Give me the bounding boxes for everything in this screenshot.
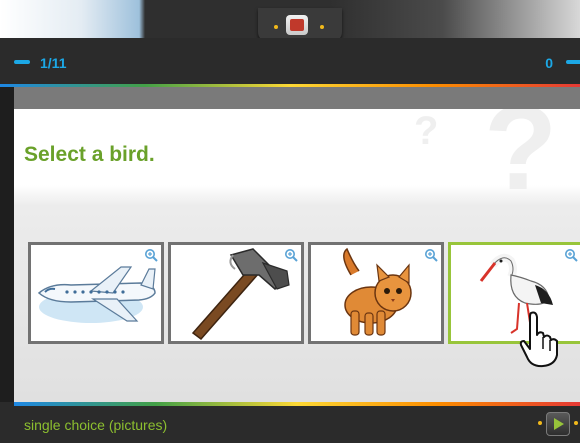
- answer-card-airplane[interactable]: [28, 242, 164, 344]
- rainbow-divider: [14, 402, 580, 406]
- quiz-window: 1/11 0 ? ? Select a bird. single choice …: [0, 0, 580, 443]
- hammer-image: [191, 248, 290, 341]
- zoom-icon[interactable]: [144, 248, 158, 262]
- question-text: Select a bird.: [24, 143, 155, 166]
- record-button[interactable]: [286, 15, 308, 35]
- question-mark-decoration: ?: [414, 109, 439, 153]
- answer-card-cat[interactable]: [308, 242, 444, 344]
- status-bar: 1/11 0: [0, 38, 580, 86]
- footer-bar: single choice (pictures): [0, 402, 580, 443]
- center-tab: [258, 8, 342, 42]
- left-dash-icon: [14, 60, 30, 64]
- cat-image: [343, 247, 412, 336]
- question-type-label: single choice (pictures): [24, 417, 168, 433]
- airplane-image: [37, 266, 156, 323]
- score-counter: 0: [545, 55, 553, 71]
- answer-card-hammer[interactable]: [168, 242, 304, 344]
- zoom-icon[interactable]: [424, 248, 438, 262]
- hand-pointer-icon: [519, 311, 558, 368]
- right-dash-icon: [566, 60, 580, 64]
- question-area: ? ? Select a bird.: [14, 109, 580, 402]
- next-button[interactable]: [546, 412, 570, 436]
- sub-bar: [14, 87, 580, 109]
- zoom-icon[interactable]: [284, 248, 298, 262]
- zoom-icon[interactable]: [564, 248, 578, 262]
- record-icon: [290, 19, 304, 31]
- question-mark-decoration: ?: [484, 109, 558, 215]
- play-arrow-icon: [554, 418, 564, 430]
- question-progress: 1/11: [40, 55, 67, 71]
